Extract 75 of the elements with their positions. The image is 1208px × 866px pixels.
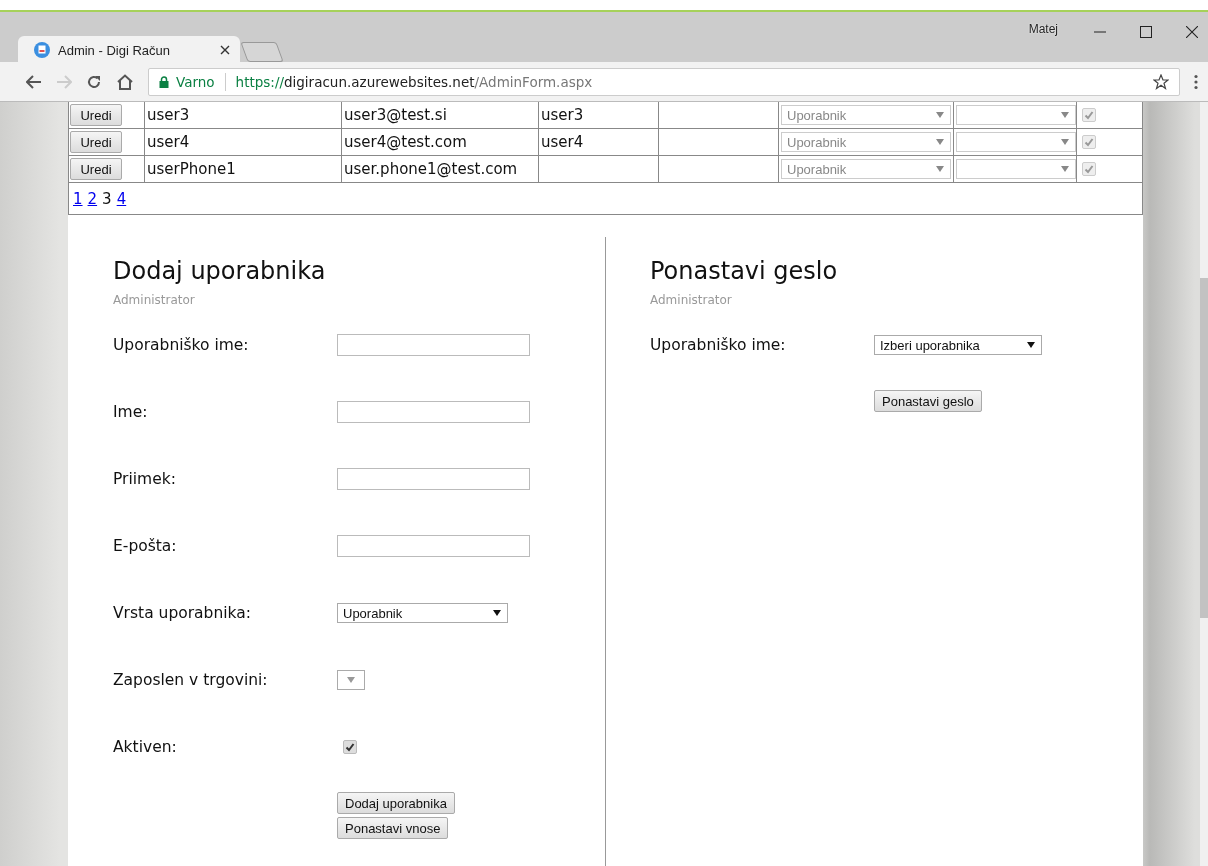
menu-icon[interactable]	[1194, 73, 1198, 90]
page-link[interactable]: 1	[73, 189, 83, 208]
table-cell: user4	[541, 133, 584, 151]
maximize-icon[interactable]	[1140, 26, 1152, 38]
scrollbar[interactable]	[1200, 102, 1208, 866]
active-checkbox[interactable]	[1082, 108, 1096, 122]
dropdown-arrow-icon	[936, 112, 944, 118]
field-label: Uporabniško ime:	[113, 336, 250, 354]
address-bar[interactable]: Varno https://digiracun.azurewebsites.net/AdminForm.aspx	[148, 67, 1180, 96]
section-subtitle: Administrator	[650, 293, 733, 307]
dropdown[interactable]: Uporabnik	[337, 603, 508, 623]
dropdown-arrow-icon	[493, 610, 501, 616]
store-dropdown[interactable]	[956, 159, 1076, 179]
field-label: E-pošta:	[113, 537, 178, 555]
home-icon[interactable]	[116, 73, 134, 90]
form-button[interactable]: Ponastavi geslo	[874, 390, 982, 412]
table-cell: user3	[147, 106, 190, 124]
edit-button[interactable]: Uredi	[70, 158, 122, 180]
form-button[interactable]: Ponastavi vnose	[337, 817, 449, 839]
page-link[interactable]: 4	[116, 189, 127, 208]
star-icon[interactable]	[1153, 73, 1169, 90]
field-label: Zaposlen v trgovini:	[113, 671, 269, 689]
field-label: Ime:	[113, 403, 149, 421]
tab-title: Admin - Digi Račun	[58, 42, 171, 58]
field-label: Uporabniško ime:	[650, 336, 787, 354]
back-icon[interactable]	[26, 74, 42, 89]
security-label: Varno	[176, 73, 215, 90]
active-checkbox[interactable]	[1082, 162, 1096, 176]
dropdown[interactable]: Izberi uporabnika	[874, 335, 1042, 355]
field-label: Vrsta uporabnika:	[113, 604, 252, 622]
new-tab-button[interactable]	[240, 42, 284, 62]
table-cell: userPhone1	[147, 160, 236, 178]
store-dropdown[interactable]	[956, 105, 1076, 125]
table-cell: user4	[147, 133, 190, 151]
checkbox[interactable]	[343, 740, 357, 754]
dropdown-arrow-icon	[1061, 112, 1069, 118]
field-label: Aktiven:	[113, 738, 178, 756]
close-icon[interactable]	[220, 45, 230, 55]
current-page: 3	[102, 189, 112, 208]
role-dropdown[interactable]: Uporabnik	[781, 159, 951, 179]
table-cell: user.phone1@test.com	[344, 160, 518, 178]
edit-button[interactable]: Uredi	[70, 131, 122, 153]
active-checkbox[interactable]	[1082, 135, 1096, 149]
input-field[interactable]	[337, 468, 530, 490]
section-title: Ponastavi geslo	[650, 257, 839, 285]
table-cell: user3	[541, 106, 584, 124]
form-button[interactable]: Dodaj uporabnika	[337, 792, 455, 814]
table-cell: user4@test.com	[344, 133, 467, 151]
lock-icon	[159, 75, 169, 88]
page-link[interactable]: 2	[87, 189, 98, 208]
reload-icon[interactable]	[86, 73, 102, 90]
dropdown-arrow-icon	[1061, 166, 1069, 172]
input-field[interactable]	[337, 334, 530, 356]
forward-icon[interactable]	[56, 74, 72, 89]
section-subtitle: Administrator	[113, 293, 196, 307]
close-icon[interactable]	[1186, 26, 1198, 38]
store-dropdown[interactable]	[956, 132, 1076, 152]
section-title: Dodaj uporabnika	[113, 257, 327, 285]
table-cell: user3@test.si	[344, 106, 447, 124]
dropdown-arrow-icon	[936, 166, 944, 172]
role-dropdown[interactable]: Uporabnik	[781, 105, 951, 125]
dropdown[interactable]	[337, 670, 365, 690]
app-icon	[34, 42, 50, 58]
dropdown-arrow-icon	[936, 139, 944, 145]
edit-button[interactable]: Uredi	[70, 104, 122, 126]
input-field[interactable]	[337, 535, 530, 557]
profile-name[interactable]: Matej	[1028, 22, 1058, 36]
dropdown-arrow-icon	[1027, 342, 1035, 348]
field-label: Priimek:	[113, 470, 177, 488]
browser-tab[interactable]: Admin - Digi Račun	[18, 36, 240, 64]
input-field[interactable]	[337, 401, 530, 423]
dropdown-arrow-icon	[347, 677, 355, 683]
url-text: https://digiracun.azurewebsites.net/AdminForm.aspx	[235, 73, 593, 90]
dropdown-arrow-icon	[1061, 139, 1069, 145]
role-dropdown[interactable]: Uporabnik	[781, 132, 951, 152]
